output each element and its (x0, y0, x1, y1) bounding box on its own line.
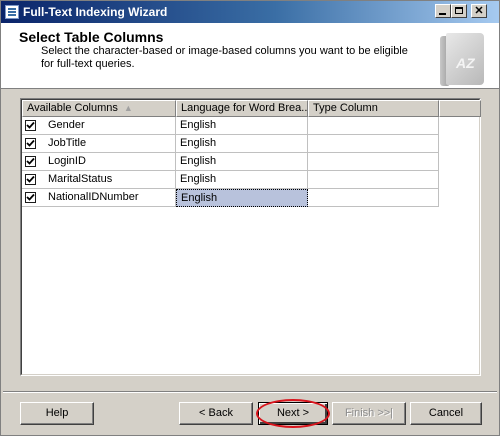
column-name: LoginID (48, 155, 86, 167)
wizard-header: Select Table Columns Select the characte… (1, 23, 499, 89)
column-header-type-column[interactable]: Type Column (308, 100, 439, 117)
close-button[interactable]: ✕ (471, 4, 487, 18)
available-column-cell[interactable]: NationalIDNumber (22, 189, 176, 207)
available-column-cell[interactable]: Gender (22, 117, 176, 135)
maximize-button[interactable] (451, 4, 467, 18)
back-button[interactable]: < Back (179, 402, 253, 425)
maximize-icon (455, 7, 463, 14)
minimize-button[interactable] (435, 4, 451, 18)
next-button[interactable]: Next > (258, 402, 328, 425)
column-name: Gender (48, 119, 85, 131)
column-name: MaritalStatus (48, 173, 113, 185)
type-column-cell[interactable] (308, 171, 439, 189)
page-title: Select Table Columns (19, 29, 164, 45)
page-description: Select the character-based or image-base… (41, 45, 408, 70)
cancel-button[interactable]: Cancel (410, 402, 482, 425)
column-header-filler (439, 100, 481, 117)
available-column-cell[interactable]: LoginID (22, 153, 176, 171)
minimize-icon (439, 13, 446, 15)
column-header-language[interactable]: Language for Word Brea... (176, 100, 308, 117)
table-row[interactable]: LoginID English (22, 153, 439, 171)
wizard-window: Full-Text Indexing Wizard ✕ Select Table… (0, 0, 500, 436)
window-icon (5, 5, 19, 19)
available-column-cell[interactable]: MaritalStatus (22, 171, 176, 189)
language-cell-selected[interactable]: English (176, 189, 308, 207)
language-cell[interactable]: English (176, 153, 308, 171)
sort-ascending-icon: ▲ (123, 103, 133, 113)
table-row[interactable]: Gender English (22, 117, 439, 135)
book-icon-text: AZ (456, 55, 475, 71)
help-button[interactable]: Help (20, 402, 94, 425)
type-column-cell[interactable] (308, 117, 439, 135)
book-icon: AZ (438, 33, 486, 87)
column-name: JobTitle (48, 137, 87, 149)
table-row[interactable]: MaritalStatus English (22, 171, 439, 189)
window-title: Full-Text Indexing Wizard (23, 5, 168, 19)
columns-grid[interactable]: Available Columns ▲ Language for Word Bre… (20, 98, 481, 376)
table-row[interactable]: JobTitle English (22, 135, 439, 153)
include-checkbox[interactable] (25, 120, 36, 131)
include-checkbox[interactable] (25, 174, 36, 185)
footer-divider (3, 391, 497, 393)
language-cell[interactable]: English (176, 117, 308, 135)
include-checkbox[interactable] (25, 138, 36, 149)
table-row[interactable]: NationalIDNumber English (22, 189, 439, 207)
include-checkbox[interactable] (25, 192, 36, 203)
close-icon: ✕ (474, 5, 484, 17)
finish-button: Finish >>| (332, 402, 406, 425)
column-header-available-columns[interactable]: Available Columns ▲ (22, 100, 176, 117)
available-column-cell[interactable]: JobTitle (22, 135, 176, 153)
type-column-cell[interactable] (308, 189, 439, 207)
type-column-cell[interactable] (308, 135, 439, 153)
type-column-cell[interactable] (308, 153, 439, 171)
language-cell[interactable]: English (176, 135, 308, 153)
title-bar[interactable]: Full-Text Indexing Wizard ✕ (1, 1, 499, 23)
include-checkbox[interactable] (25, 156, 36, 167)
column-name: NationalIDNumber (48, 191, 139, 203)
language-cell[interactable]: English (176, 171, 308, 189)
